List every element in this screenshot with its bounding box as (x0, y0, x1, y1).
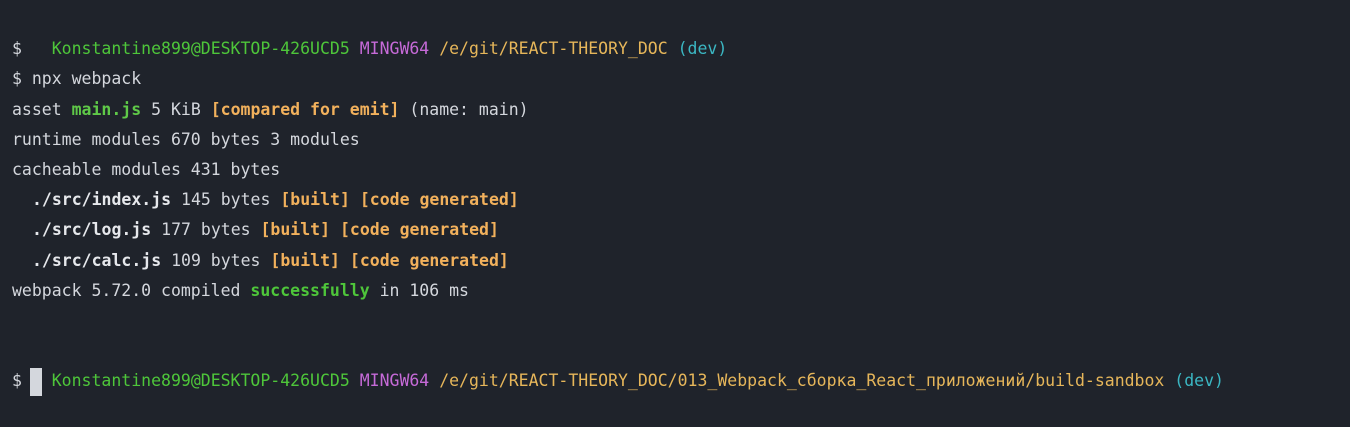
command-line: $ npx webpack (12, 69, 142, 89)
module-line-calc: ./src/calc.js 109 bytes [built] [code ge… (12, 246, 1338, 276)
prompt-path: /e/git/REACT-THEORY_DOC/013_Webpack_сбор… (439, 371, 1165, 391)
module-file: ./src/index.js (32, 190, 172, 210)
asset-status: [compared for emit] (210, 99, 400, 119)
module-size: 177 bytes (151, 220, 261, 240)
module-file: ./src/log.js (32, 220, 152, 240)
cacheable-modules-line: cacheable modules 431 bytes (12, 159, 281, 179)
prompt-shell: MINGW64 (359, 371, 430, 391)
prompt-shell: MINGW64 (359, 39, 430, 59)
module-built-tag: [built] (260, 220, 331, 240)
asset-suffix: (name: main) (399, 99, 529, 119)
prompt-symbol: $ (12, 371, 22, 391)
asset-file-name: main.js (71, 99, 142, 119)
asset-size: 5 KiB (141, 99, 211, 119)
summary-status: successfully (250, 280, 370, 300)
text-cursor (29, 367, 42, 396)
module-built-tag: [built] (280, 190, 350, 210)
module-line-log: ./src/log.js 177 bytes [built] [code gen… (12, 215, 1338, 245)
module-generated-tag: [code generated] (349, 250, 509, 270)
prompt-user-host: Konstantine899@DESKTOP-426UCD5 (51, 39, 350, 59)
prompt-branch: (dev) (677, 39, 728, 59)
module-file: ./src/calc.js (32, 250, 162, 270)
module-line-index: ./src/index.js 145 bytes [built] [code g… (12, 185, 1338, 215)
module-generated-tag: [code generated] (359, 190, 519, 210)
prompt-path: /e/git/REACT-THEORY_DOC (439, 39, 668, 59)
module-generated-tag: [code generated] (339, 220, 499, 240)
prompt-user-host: Konstantine899@DESKTOP-426UCD5 (51, 371, 350, 391)
prompt-header-2: Konstantine899@DESKTOP-426UCD5 MINGW64 /… (12, 336, 1338, 390)
compile-summary-line: webpack 5.72.0 compiled successfully in … (12, 276, 1338, 306)
asset-prefix: asset (12, 99, 72, 119)
module-built-tag: [built] (270, 250, 340, 270)
runtime-modules-line: runtime modules 670 bytes 3 modules (12, 129, 360, 149)
module-size: 109 bytes (161, 250, 271, 270)
asset-output-line: asset main.js 5 KiB [compared for emit] … (12, 95, 1338, 125)
prompt-branch: (dev) (1174, 371, 1224, 391)
prompt-header-1: Konstantine899@DESKTOP-426UCD5 MINGW64 /… (12, 4, 1338, 58)
summary-prefix: webpack 5.72.0 compiled (12, 280, 251, 300)
module-size: 145 bytes (171, 190, 281, 210)
summary-suffix: in 106 ms (369, 280, 469, 300)
terminal-window[interactable]: Konstantine899@DESKTOP-426UCD5 MINGW64 /… (0, 0, 1350, 404)
